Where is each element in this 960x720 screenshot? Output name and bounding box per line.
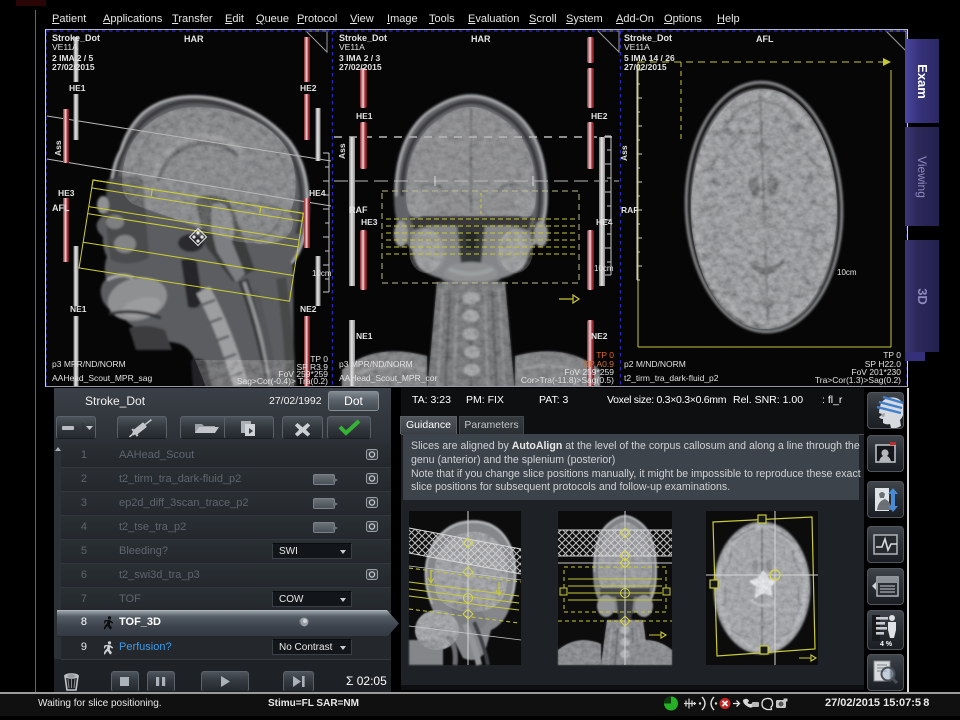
svg-text:VE11A: VE11A xyxy=(52,42,78,52)
svg-text:RAF: RAF xyxy=(349,205,368,215)
svg-text:HE1: HE1 xyxy=(356,111,373,121)
svg-text:NE2: NE2 xyxy=(300,304,317,314)
svg-text:VE11A: VE11A xyxy=(624,42,650,52)
svg-text:p3 MPR/ND/NORM: p3 MPR/ND/NORM xyxy=(339,359,413,369)
svg-text:AFL: AFL xyxy=(52,203,70,213)
svg-text:Tra>Cor(1.3)>Sag(0.2): Tra>Cor(1.3)>Sag(0.2) xyxy=(815,375,901,385)
svg-text:AAHead_Scout_MPR_sag: AAHead_Scout_MPR_sag xyxy=(52,373,152,383)
svg-text:AAHead_Scout_MPR_cor: AAHead_Scout_MPR_cor xyxy=(339,373,437,383)
svg-text:HE1: HE1 xyxy=(69,83,86,93)
svg-text:HE2: HE2 xyxy=(591,111,608,121)
svg-text:NE1: NE1 xyxy=(70,304,87,314)
svg-text:HAR: HAR xyxy=(471,34,491,44)
svg-text:Ass: Ass xyxy=(53,140,63,156)
svg-text:NE1: NE1 xyxy=(356,331,373,341)
svg-text:Sag>Cor(-0.4)> Tra(0.2): Sag>Cor(-0.4)> Tra(0.2) xyxy=(237,376,328,386)
svg-text:27/02/2015: 27/02/2015 xyxy=(52,62,95,72)
svg-text:4 %: 4 % xyxy=(880,641,893,648)
svg-text:10cm: 10cm xyxy=(837,268,857,277)
svg-text:RAF: RAF xyxy=(621,205,638,215)
svg-text:27/02/2015: 27/02/2015 xyxy=(624,62,667,72)
svg-text:HAR: HAR xyxy=(184,34,204,44)
svg-text:p2 M/ND/NORM: p2 M/ND/NORM xyxy=(624,359,686,369)
svg-text:p3 MPR/ND/NORM: p3 MPR/ND/NORM xyxy=(52,359,126,369)
svg-text:27/02/2015: 27/02/2015 xyxy=(339,62,382,72)
svg-text:HE4: HE4 xyxy=(309,188,326,198)
svg-text:AFL: AFL xyxy=(756,34,774,44)
svg-text:HE3: HE3 xyxy=(361,217,378,227)
svg-text:HE4: HE4 xyxy=(596,217,613,227)
svg-text:Cor>Tra(-11.8)>Sag(0.5): Cor>Tra(-11.8)>Sag(0.5) xyxy=(521,375,614,385)
svg-text:Ass: Ass xyxy=(337,143,347,159)
svg-text:10cm: 10cm xyxy=(594,264,614,273)
svg-text:NE2: NE2 xyxy=(591,331,608,341)
svg-text:HE3: HE3 xyxy=(58,188,75,198)
svg-text:VE11A: VE11A xyxy=(339,42,365,52)
svg-text:HE2: HE2 xyxy=(300,83,317,93)
svg-text:10cm: 10cm xyxy=(312,269,332,278)
svg-text:t2_tirm_tra_dark-fluid_p2: t2_tirm_tra_dark-fluid_p2 xyxy=(624,373,719,383)
